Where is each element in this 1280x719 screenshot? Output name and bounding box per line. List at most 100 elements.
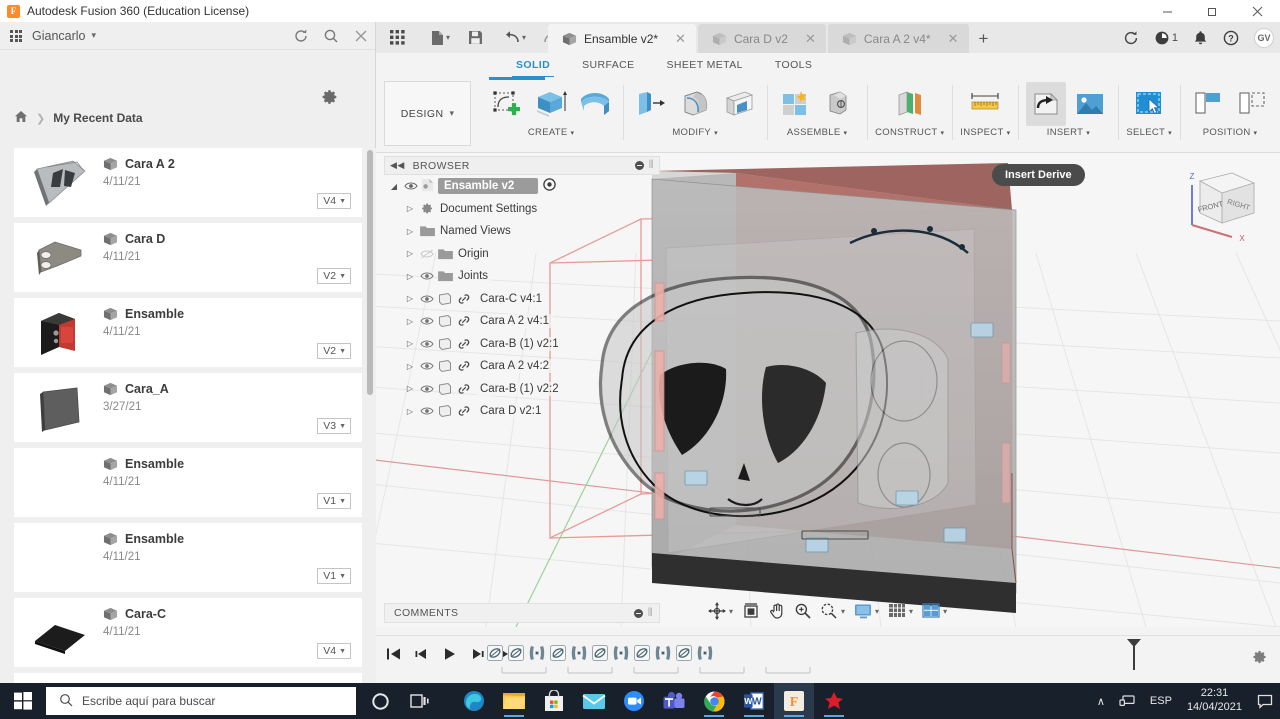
help-icon[interactable]: ? xyxy=(1223,30,1239,46)
edge-icon[interactable] xyxy=(454,683,494,719)
fillet-icon[interactable] xyxy=(675,82,715,126)
step-back-icon[interactable] xyxy=(414,647,429,661)
fusion360-icon[interactable]: F xyxy=(774,683,814,719)
document-tab-cara-d[interactable]: Cara D v2 ✕ xyxy=(698,24,826,53)
joint-feature-icon[interactable] xyxy=(675,644,693,662)
version-selector[interactable]: V2▼ xyxy=(317,268,351,284)
expand-icon[interactable]: ▷ xyxy=(402,317,418,326)
save-icon[interactable] xyxy=(462,25,488,51)
close-button[interactable] xyxy=(1235,0,1280,22)
insert-derive-icon[interactable] xyxy=(1026,82,1066,126)
list-item[interactable]: Cara_A 3/27/21 V3▼ xyxy=(14,373,362,442)
cortana-icon[interactable] xyxy=(360,683,400,719)
data-panel-scrollbar-thumb[interactable] xyxy=(367,150,373,395)
panel-options-icon[interactable] xyxy=(634,609,643,618)
list-item[interactable]: Cara-C 4/11/21 V4▼ xyxy=(14,598,362,667)
eye-icon[interactable] xyxy=(402,181,420,191)
version-selector[interactable]: V1▼ xyxy=(317,493,351,509)
chevron-down-icon[interactable]: ▾ xyxy=(522,33,526,42)
add-tab-button[interactable]: + xyxy=(971,24,997,53)
expand-icon[interactable]: ▷ xyxy=(402,294,418,303)
tree-node-cara-a2-1[interactable]: ▷ Cara A 2 v4:1 xyxy=(384,310,660,333)
viewports-icon[interactable] xyxy=(920,600,942,622)
comments-panel[interactable]: COMMENTS ⦀ xyxy=(384,603,660,623)
list-item[interactable]: Ensamble 4/11/21 V2▼ xyxy=(14,298,362,367)
ribbon-group-label-assemble[interactable]: ASSEMBLE ▾ xyxy=(787,127,847,138)
look-at-icon[interactable] xyxy=(740,600,762,622)
offset-plane-icon[interactable] xyxy=(890,82,930,126)
chevron-down-icon[interactable]: ▾ xyxy=(92,30,97,41)
list-item[interactable]: Ensamble 4/11/21 V1▼ xyxy=(14,523,362,592)
ribbon-group-label-inspect[interactable]: INSPECT ▾ xyxy=(960,127,1010,138)
chevron-down-icon[interactable]: ▾ xyxy=(841,607,845,616)
tree-node-document-settings[interactable]: ▷ Document Settings xyxy=(384,198,660,221)
avatar[interactable]: GV xyxy=(1254,28,1274,48)
document-tab-cara-a2[interactable]: Cara A 2 v4* ✕ xyxy=(828,24,969,53)
gear-icon[interactable] xyxy=(1252,649,1268,668)
maximize-button[interactable] xyxy=(1190,0,1235,22)
go-to-start-icon[interactable] xyxy=(386,647,401,661)
user-name-label[interactable]: Giancarlo xyxy=(32,29,86,43)
tray-chevron-icon[interactable]: ∧ xyxy=(1090,683,1112,719)
panel-resize-handle[interactable]: ⦀ xyxy=(648,607,653,620)
search-icon[interactable] xyxy=(323,28,339,44)
bell-icon[interactable] xyxy=(1193,30,1208,46)
measure-icon[interactable] xyxy=(965,82,1005,126)
rigid-group-icon[interactable] xyxy=(528,644,546,662)
tree-node-cara-b1-2[interactable]: ▷ Cara-B (1) v2:2 xyxy=(384,378,660,401)
version-selector[interactable]: V2▼ xyxy=(317,343,351,359)
search-input[interactable]: Escribe aquí para buscar xyxy=(46,687,356,715)
grid-snap-icon[interactable] xyxy=(886,600,908,622)
version-selector[interactable]: V4▼ xyxy=(317,193,351,209)
close-icon[interactable]: ✕ xyxy=(948,31,959,47)
ribbon-tab-tools[interactable]: TOOLS xyxy=(759,53,828,77)
expand-icon[interactable]: ▷ xyxy=(402,384,418,393)
list-item[interactable]: Cara-B (1) xyxy=(14,673,362,683)
job-status-icon[interactable] xyxy=(1123,30,1139,46)
pan-icon[interactable] xyxy=(766,600,788,622)
expand-icon[interactable]: ◢ xyxy=(386,182,402,191)
ribbon-group-label-modify[interactable]: MODIFY ▾ xyxy=(672,127,718,138)
expand-icon[interactable]: ▷ xyxy=(402,407,418,416)
ribbon-group-label-create[interactable]: CREATE ▾ xyxy=(528,127,574,138)
move-copy-icon[interactable] xyxy=(1232,82,1272,126)
minimize-button[interactable] xyxy=(1145,0,1190,22)
joint-feature-icon[interactable] xyxy=(486,644,504,662)
eye-icon[interactable] xyxy=(418,271,436,281)
microsoft-store-icon[interactable] xyxy=(534,683,574,719)
new-component-icon[interactable] xyxy=(775,82,815,126)
view-cube[interactable]: FRONT RIGHT Z X xyxy=(1170,163,1260,248)
extensions-icon[interactable]: 1 xyxy=(1154,30,1178,46)
list-item[interactable]: Ensamble 4/11/21 V1▼ xyxy=(14,448,362,517)
chevron-down-icon[interactable]: ▾ xyxy=(446,33,450,42)
windows-start-icon[interactable] xyxy=(0,683,46,719)
rigid-group-icon[interactable] xyxy=(654,644,672,662)
version-selector[interactable]: V4▼ xyxy=(317,643,351,659)
chevron-down-icon[interactable]: ▾ xyxy=(909,607,913,616)
tree-node-cara-c[interactable]: ▷ Cara-C v4:1 xyxy=(384,288,660,311)
joint-feature-icon[interactable] xyxy=(507,644,525,662)
zoom-icon[interactable] xyxy=(792,600,814,622)
eye-icon[interactable] xyxy=(418,294,436,304)
document-tab-ensamble[interactable]: Ensamble v2* ✕ xyxy=(548,24,696,53)
joint-icon[interactable] xyxy=(819,82,859,126)
grid-icon[interactable] xyxy=(384,25,410,51)
expand-icon[interactable]: ▷ xyxy=(402,227,418,236)
rigid-group-icon[interactable] xyxy=(570,644,588,662)
word-icon[interactable]: WW xyxy=(734,683,774,719)
panel-options-icon[interactable] xyxy=(635,161,644,170)
close-icon[interactable]: ✕ xyxy=(805,31,816,47)
home-icon[interactable] xyxy=(14,110,28,126)
ribbon-group-label-insert[interactable]: INSERT ▾ xyxy=(1047,127,1090,138)
panel-resize-handle[interactable]: ⦀ xyxy=(649,159,654,172)
align-icon[interactable] xyxy=(1188,82,1228,126)
workspace-selector[interactable]: DESIGN ▾ xyxy=(384,81,471,146)
timeline-marker[interactable] xyxy=(1126,639,1142,674)
expand-icon[interactable]: ▷ xyxy=(402,272,418,281)
teams-icon[interactable] xyxy=(654,683,694,719)
play-icon[interactable] xyxy=(442,647,457,661)
tree-node-joints[interactable]: ▷ Joints xyxy=(384,265,660,288)
task-view-icon[interactable] xyxy=(400,683,440,719)
ribbon-tab-sheet-metal[interactable]: SHEET METAL xyxy=(651,53,759,77)
network-icon[interactable] xyxy=(1112,683,1143,719)
